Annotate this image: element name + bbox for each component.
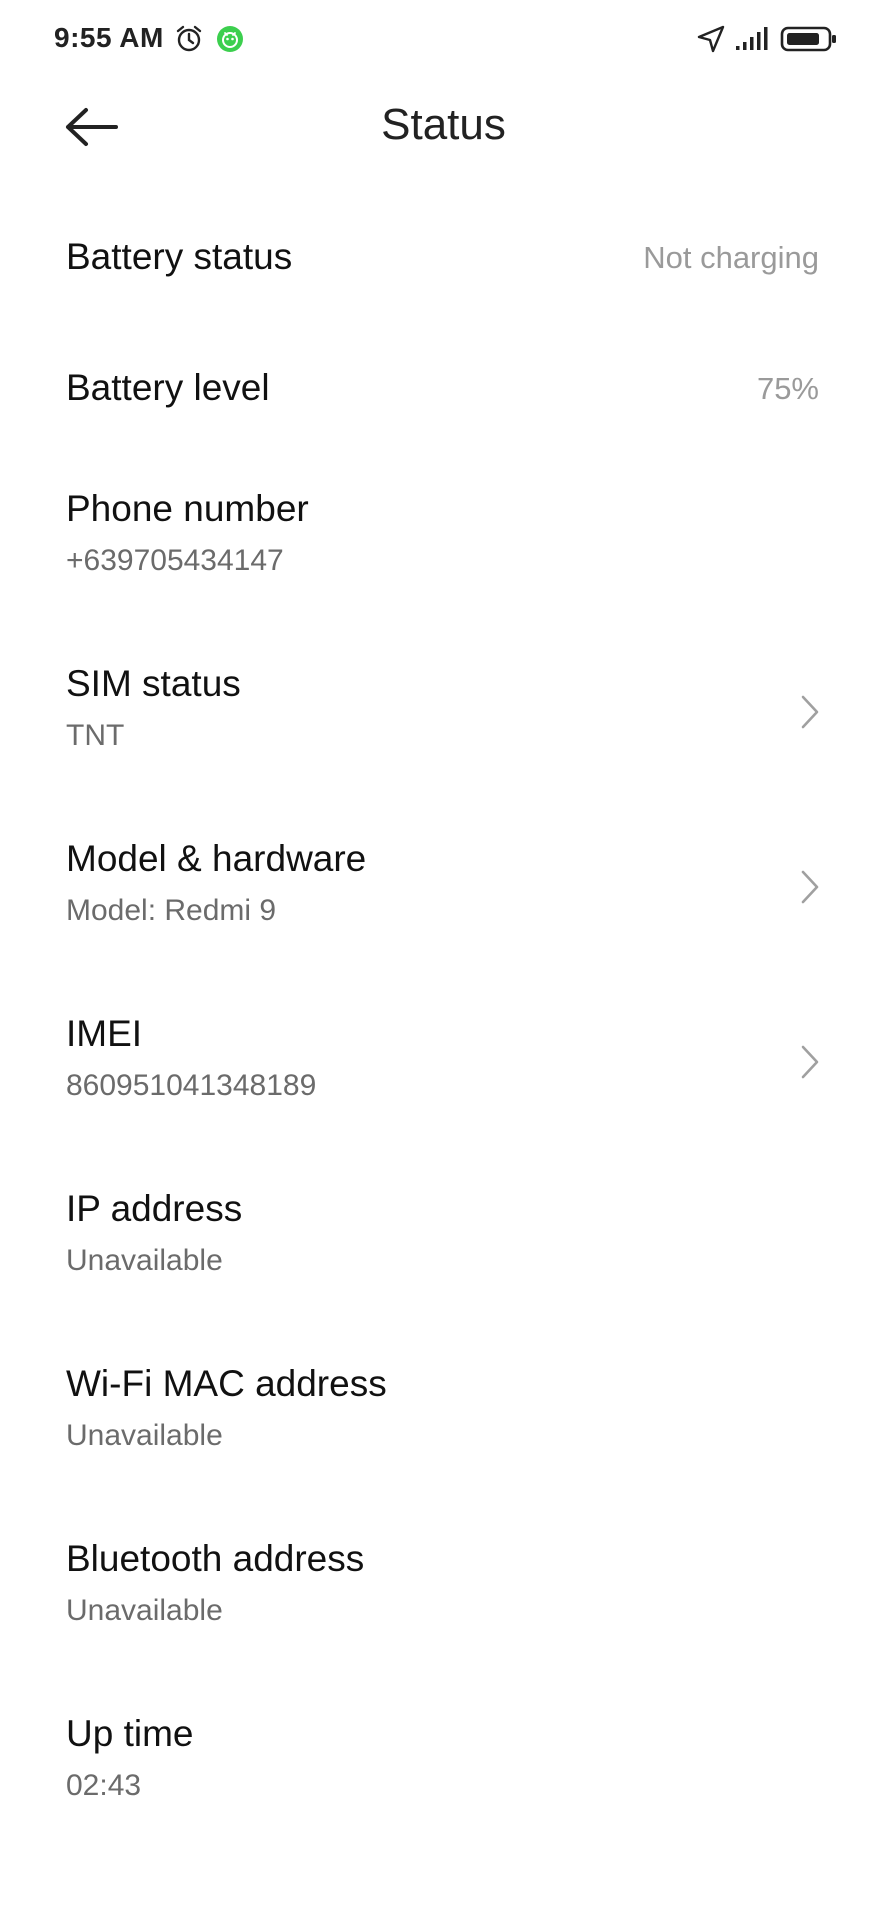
row-title: Battery level [66, 367, 270, 408]
chevron-right-icon [801, 1045, 819, 1079]
wifi-mac-address-row[interactable]: Wi-Fi MAC address Unavailable [0, 1337, 887, 1512]
row-subtitle: Model: Redmi 9 [66, 894, 277, 927]
row-title: IP address [66, 1188, 243, 1229]
model-hardware-row[interactable]: Model & hardware Model: Redmi 9 [0, 812, 887, 987]
ip-address-row[interactable]: IP address Unavailable [0, 1162, 887, 1337]
battery-icon [780, 26, 836, 52]
row-subtitle: Unavailable [66, 1594, 223, 1627]
row-title: Wi-Fi MAC address [66, 1363, 387, 1404]
bluetooth-address-row[interactable]: Bluetooth address Unavailable [0, 1512, 887, 1687]
row-title: Up time [66, 1713, 194, 1754]
row-title: Bluetooth address [66, 1538, 365, 1579]
imei-row[interactable]: IMEI 860951041348189 [0, 987, 887, 1162]
battery-status-row: Battery status Not charging [0, 200, 887, 331]
phone-number-row[interactable]: Phone number +639705434147 [0, 462, 887, 637]
chevron-right-icon [801, 695, 819, 729]
row-value: 75% [756, 371, 819, 406]
app-notification-icon [217, 26, 243, 52]
row-title: IMEI [66, 1013, 143, 1054]
status-bar: 9:55 AM [0, 0, 887, 80]
alarm-icon [176, 25, 202, 52]
status-list: Battery status Not charging Battery leve… [0, 200, 887, 1862]
chevron-right-icon [801, 870, 819, 904]
row-subtitle: Unavailable [66, 1244, 223, 1277]
row-title: Model & hardware [66, 838, 367, 879]
row-subtitle: Unavailable [66, 1419, 223, 1452]
battery-level-row: Battery level 75% [0, 331, 887, 462]
up-time-row[interactable]: Up time 02:43 [0, 1687, 887, 1862]
row-subtitle: 02:43 [66, 1769, 142, 1802]
app-bar: Status [0, 80, 887, 170]
row-subtitle: 860951041348189 [66, 1069, 317, 1102]
row-title: Phone number [66, 488, 309, 529]
row-subtitle: +639705434147 [66, 544, 284, 577]
location-icon [697, 25, 725, 53]
row-subtitle: TNT [66, 719, 125, 752]
sim-status-row[interactable]: SIM status TNT [0, 637, 887, 812]
page-title: Status [381, 100, 506, 149]
row-title: SIM status [66, 663, 241, 704]
row-title: Battery status [66, 236, 293, 277]
row-value: Not charging [643, 240, 819, 275]
status-time: 9:55 AM [54, 22, 164, 53]
signal-icon [736, 27, 768, 50]
